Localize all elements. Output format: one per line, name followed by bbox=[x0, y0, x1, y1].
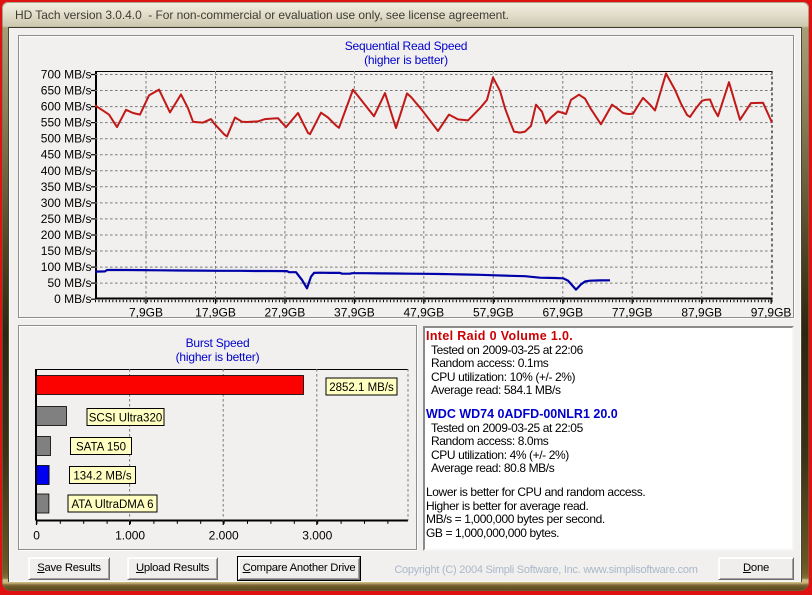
svg-text:67,9GB: 67,9GB bbox=[542, 306, 583, 320]
svg-text:100 MB/s: 100 MB/s bbox=[41, 260, 92, 274]
svg-text:400 MB/s: 400 MB/s bbox=[41, 164, 92, 178]
svg-text:250 MB/s: 250 MB/s bbox=[41, 212, 92, 226]
svg-text:97,9GB: 97,9GB bbox=[751, 306, 792, 320]
svg-text:17,9GB: 17,9GB bbox=[195, 306, 236, 320]
svg-text:550 MB/s: 550 MB/s bbox=[41, 116, 92, 130]
svg-text:500 MB/s: 500 MB/s bbox=[41, 132, 92, 146]
svg-text:1.000: 1.000 bbox=[115, 529, 145, 543]
svg-text:350 MB/s: 350 MB/s bbox=[41, 180, 92, 194]
svg-text:27,9GB: 27,9GB bbox=[265, 306, 306, 320]
svg-text:150 MB/s: 150 MB/s bbox=[41, 244, 92, 258]
svg-text:700 MB/s: 700 MB/s bbox=[41, 68, 92, 82]
svg-text:SATA 150: SATA 150 bbox=[76, 442, 126, 454]
svg-text:300 MB/s: 300 MB/s bbox=[41, 196, 92, 210]
svg-text:134.2 MB/s: 134.2 MB/s bbox=[73, 471, 131, 483]
svg-text:87,9GB: 87,9GB bbox=[681, 306, 722, 320]
svg-text:3.000: 3.000 bbox=[302, 529, 332, 543]
svg-text:450 MB/s: 450 MB/s bbox=[41, 148, 92, 162]
svg-text:0 MB/s: 0 MB/s bbox=[54, 292, 91, 306]
svg-text:0: 0 bbox=[33, 529, 40, 543]
svg-text:57,9GB: 57,9GB bbox=[473, 306, 514, 320]
svg-text:200 MB/s: 200 MB/s bbox=[41, 228, 92, 242]
svg-text:2852.1 MB/s: 2852.1 MB/s bbox=[329, 382, 394, 394]
svg-text:2.000: 2.000 bbox=[209, 529, 239, 543]
svg-text:650 MB/s: 650 MB/s bbox=[41, 84, 92, 98]
svg-text:600 MB/s: 600 MB/s bbox=[41, 100, 92, 114]
svg-text:7,9GB: 7,9GB bbox=[129, 306, 163, 320]
svg-text:50 MB/s: 50 MB/s bbox=[47, 276, 91, 290]
svg-text:77,9GB: 77,9GB bbox=[612, 306, 653, 320]
svg-text:SCSI Ultra320: SCSI Ultra320 bbox=[89, 413, 163, 425]
svg-text:37,9GB: 37,9GB bbox=[334, 306, 375, 320]
svg-text:47,9GB: 47,9GB bbox=[403, 306, 444, 320]
svg-text:ATA UltraDMA 6: ATA UltraDMA 6 bbox=[71, 499, 153, 511]
